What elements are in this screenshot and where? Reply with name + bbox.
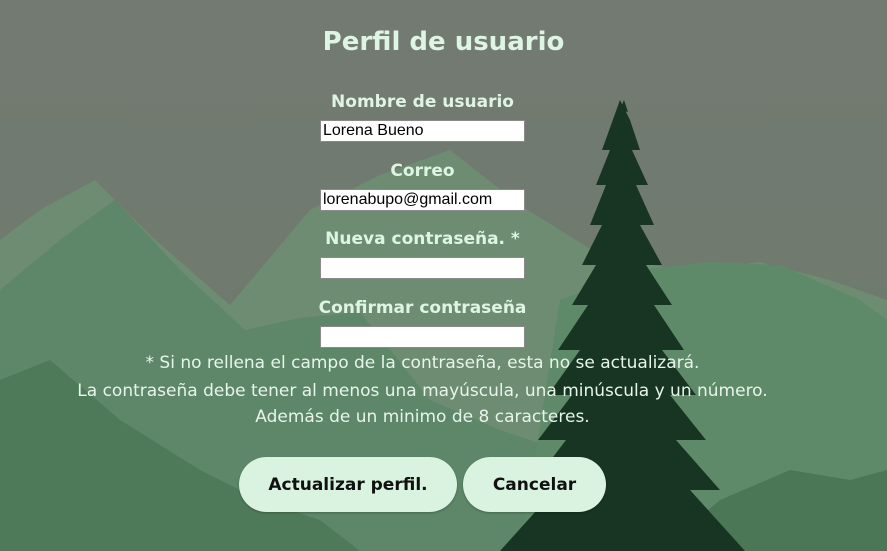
update-profile-button[interactable]: Actualizar perfil. xyxy=(239,457,457,512)
email-field[interactable] xyxy=(320,189,525,211)
confirm-password-label: Confirmar contraseña xyxy=(318,298,527,318)
username-label: Nombre de usuario xyxy=(331,92,514,112)
page-title: Perfil de usuario xyxy=(322,27,565,57)
confirm-password-field[interactable] xyxy=(320,326,525,348)
profile-form-container: Perfil de usuario Nombre de usuario Corr… xyxy=(0,0,887,551)
email-label: Correo xyxy=(390,161,455,181)
new-password-field[interactable] xyxy=(320,257,525,279)
password-note-optional: * Si no rellena el campo de la contraseñ… xyxy=(145,353,700,373)
username-field[interactable] xyxy=(320,120,525,142)
password-note-length: Además de un minimo de 8 caracteres. xyxy=(255,407,590,427)
new-password-label: Nueva contraseña. * xyxy=(325,229,520,249)
cancel-button[interactable]: Cancelar xyxy=(463,457,606,512)
password-note-requirements: La contraseña debe tener al menos una ma… xyxy=(77,381,768,401)
